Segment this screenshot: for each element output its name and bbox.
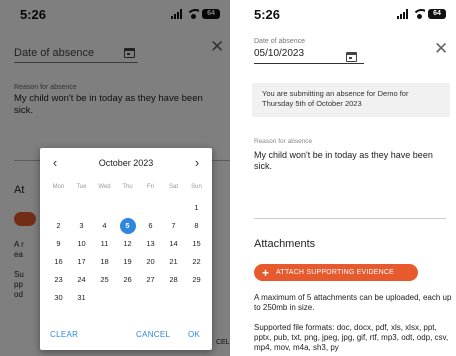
calendar-day[interactable]: 24 <box>70 271 93 289</box>
attachments-title: Attachments <box>254 238 316 250</box>
calendar-day[interactable]: 25 <box>93 271 116 289</box>
calendar-day[interactable]: 30 <box>47 289 70 307</box>
weekday-label: Fri <box>147 184 154 190</box>
calendar-day[interactable]: 2 <box>47 217 70 235</box>
calendar-day[interactable]: 9 <box>47 235 70 253</box>
calendar-day-selected[interactable]: 5 <box>116 217 139 235</box>
attach-evidence-label: ATTACH SUPPORTING EVIDENCE <box>276 269 395 276</box>
reason-textarea[interactable]: My child won't be in today as they have … <box>254 150 450 172</box>
clear-button[interactable]: CLEAR <box>50 330 78 339</box>
month-label: October 2023 <box>98 158 154 168</box>
calendar-day[interactable]: 26 <box>116 271 139 289</box>
calendar-day[interactable]: 17 <box>70 253 93 271</box>
status-time: 5:26 <box>254 7 281 22</box>
status-icons: 64 <box>397 8 446 19</box>
date-picker-screen: 5:26 64 ✕ Date of absence Reason for abs… <box>0 0 230 356</box>
calendar-day[interactable]: 16 <box>47 253 70 271</box>
calendar-day[interactable]: 14 <box>162 235 185 253</box>
calendar-day[interactable]: 29 <box>185 271 208 289</box>
weekday-label: Sun <box>191 184 202 190</box>
absence-form-screen: 5:26 64 ✕ Date of absence 05/10/2023 You… <box>240 0 456 356</box>
calendar-blank <box>93 199 116 217</box>
ok-button[interactable]: OK <box>188 330 200 339</box>
calendar-blank <box>116 199 139 217</box>
calendar-day[interactable]: 10 <box>70 235 93 253</box>
weekday-label: Tue <box>76 184 87 190</box>
calendar-icon[interactable] <box>346 52 357 62</box>
date-field-label: Date of absence <box>254 38 305 45</box>
signal-icon <box>397 8 411 19</box>
weekday-label: Sat <box>168 184 178 190</box>
calendar-day[interactable]: 19 <box>116 253 139 271</box>
plus-icon: + <box>262 265 270 280</box>
calendar-day[interactable]: 28 <box>162 271 185 289</box>
calendar-day[interactable]: 8 <box>185 217 208 235</box>
weekday-label: Wed <box>98 184 111 190</box>
calendar-day[interactable]: 15 <box>185 235 208 253</box>
calendar-blank <box>47 199 70 217</box>
chevron-right-icon[interactable]: › <box>188 156 206 170</box>
cancel-button[interactable]: CANCEL <box>136 330 170 339</box>
attach-evidence-button[interactable]: + ATTACH SUPPORTING EVIDENCE <box>254 264 418 281</box>
calendar-day[interactable]: 12 <box>116 235 139 253</box>
calendar-grid: Mon Tue Wed Thu Fri Sat Sun 1 2 3 4 5 6 7 8 9 10 11 12 13 14… <box>47 181 209 307</box>
calendar-blank <box>139 199 162 217</box>
attachment-limit-text: A maximum of 5 attachments can be upload… <box>254 293 452 312</box>
calendar-day[interactable]: 23 <box>47 271 70 289</box>
calendar-day[interactable]: 6 <box>139 217 162 235</box>
picker-actions: CLEAR CANCEL OK <box>40 330 212 344</box>
calendar-day[interactable]: 20 <box>139 253 162 271</box>
absence-notice: You are submitting an absence for Demo f… <box>252 83 450 117</box>
calendar-blank <box>70 199 93 217</box>
battery-icon: 64 <box>428 8 446 19</box>
calendar-day[interactable]: 31 <box>70 289 93 307</box>
reason-label: Reason for absence <box>254 138 313 145</box>
wifi-icon <box>414 8 425 19</box>
calendar-day[interactable]: 7 <box>162 217 185 235</box>
calendar-day[interactable]: 27 <box>139 271 162 289</box>
status-bar: 5:26 64 <box>240 0 456 28</box>
date-picker-dialog: ‹ October 2023 › Mon Tue Wed Thu Fri Sat Sun 1 2… <box>40 148 212 350</box>
month-header: ‹ October 2023 › <box>40 156 212 172</box>
calendar-blank <box>162 199 185 217</box>
supported-formats-text: Supported file formats: doc, docx, pdf, … <box>254 323 449 352</box>
calendar-day[interactable]: 3 <box>70 217 93 235</box>
weekday-label: Mon <box>52 184 65 190</box>
calendar-day[interactable]: 21 <box>162 253 185 271</box>
calendar-day[interactable]: 18 <box>93 253 116 271</box>
calendar-day[interactable]: 1 <box>185 199 208 217</box>
weekday-label: Thu <box>122 184 133 190</box>
calendar-day[interactable]: 22 <box>185 253 208 271</box>
date-field-underline <box>254 63 364 64</box>
calendar-day[interactable]: 4 <box>93 217 116 235</box>
reason-underline <box>254 218 446 219</box>
close-icon[interactable]: ✕ <box>434 40 448 57</box>
calendar-day[interactable]: 11 <box>93 235 116 253</box>
calendar-day[interactable]: 13 <box>139 235 162 253</box>
